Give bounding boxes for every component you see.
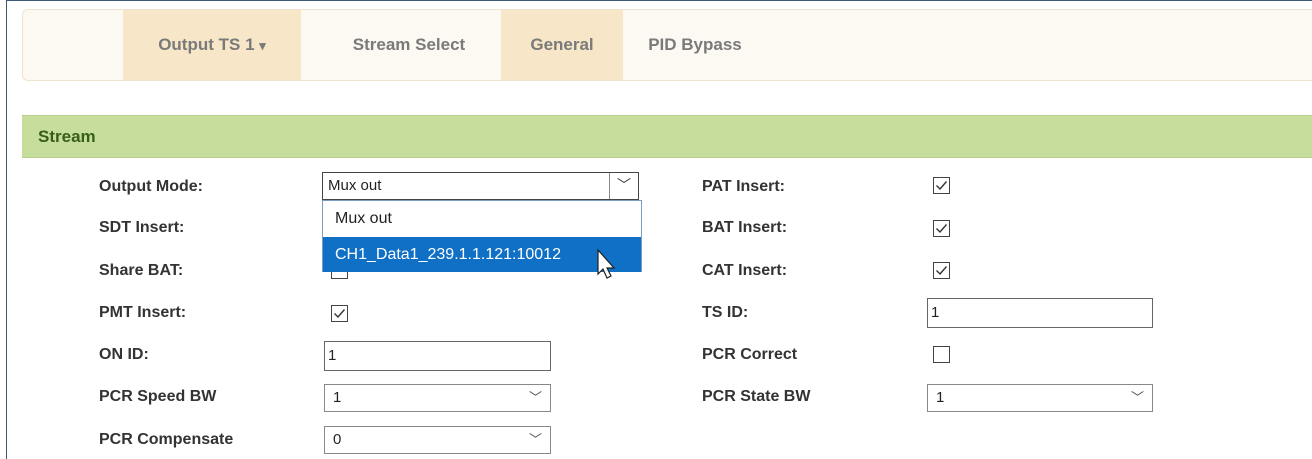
pcr-correct-checkbox[interactable] (933, 346, 950, 363)
section-title: Stream (38, 127, 96, 146)
pat-insert-label: PAT Insert: (702, 178, 785, 195)
ts-id-input[interactable]: 1 (927, 298, 1153, 328)
pcr-state-bw-label: PCR State BW (702, 388, 811, 405)
tab-navbar: Output TS 1 ▾ Stream Select General PID … (22, 9, 1312, 81)
pcr-compensate-value: 0 (333, 431, 342, 448)
bat-insert-label: BAT Insert: (702, 219, 788, 236)
pcr-speed-bw-label: PCR Speed BW (99, 388, 217, 405)
dropdown-option[interactable]: Mux out (323, 201, 641, 236)
tab-pid-bypass-label: PID Bypass (648, 35, 742, 54)
tab-general[interactable]: General (501, 10, 623, 80)
share-bat-label: Share BAT: (99, 262, 184, 279)
mouse-pointer-icon (597, 248, 616, 279)
pcr-state-bw-value: 1 (936, 389, 945, 406)
check-icon (936, 266, 948, 276)
bat-insert-checkbox[interactable] (933, 220, 950, 237)
check-icon (334, 309, 346, 319)
chevron-down-icon: ﹀ (1130, 390, 1144, 405)
tab-output-ts[interactable]: Output TS 1 ▾ (123, 10, 301, 80)
output-mode-value: Mux out (328, 177, 382, 194)
cat-insert-checkbox[interactable] (933, 262, 950, 279)
tab-stream-select-label: Stream Select (352, 35, 466, 54)
pcr-compensate-select[interactable]: 0 ﹀ (324, 426, 551, 454)
section-header: Stream (22, 115, 1312, 158)
ts-id-label: TS ID: (702, 304, 749, 321)
pmt-insert-label: PMT Insert: (99, 304, 187, 321)
caret-down-icon: ▾ (259, 38, 266, 53)
pcr-speed-bw-value: 1 (333, 389, 342, 406)
tab-general-label: General (530, 35, 594, 54)
pcr-speed-bw-select[interactable]: 1 ﹀ (324, 384, 551, 412)
sdt-insert-label: SDT Insert: (99, 219, 185, 236)
pcr-correct-label: PCR Correct (702, 346, 798, 363)
tab-pid-bypass[interactable]: PID Bypass (627, 10, 763, 80)
check-icon (936, 224, 948, 234)
check-icon (936, 181, 948, 191)
chevron-down-icon[interactable]: ﹀ (609, 173, 638, 199)
on-id-label: ON ID: (99, 346, 149, 363)
pmt-insert-checkbox[interactable] (331, 305, 348, 322)
pcr-compensate-label: PCR Compensate (99, 431, 234, 448)
on-id-input[interactable]: 1 (324, 341, 551, 371)
tab-stream-select[interactable]: Stream Select (319, 10, 499, 80)
cat-insert-label: CAT Insert: (702, 262, 788, 279)
chevron-down-icon: ﹀ (528, 390, 542, 405)
output-mode-select[interactable]: Mux out ﹀ (322, 172, 639, 200)
pcr-state-bw-select[interactable]: 1 ﹀ (927, 384, 1153, 412)
tab-output-ts-label: Output TS 1 (158, 35, 255, 54)
output-mode-label: Output Mode: (99, 178, 203, 195)
chevron-down-icon: ﹀ (528, 432, 542, 447)
pat-insert-checkbox[interactable] (933, 177, 950, 194)
